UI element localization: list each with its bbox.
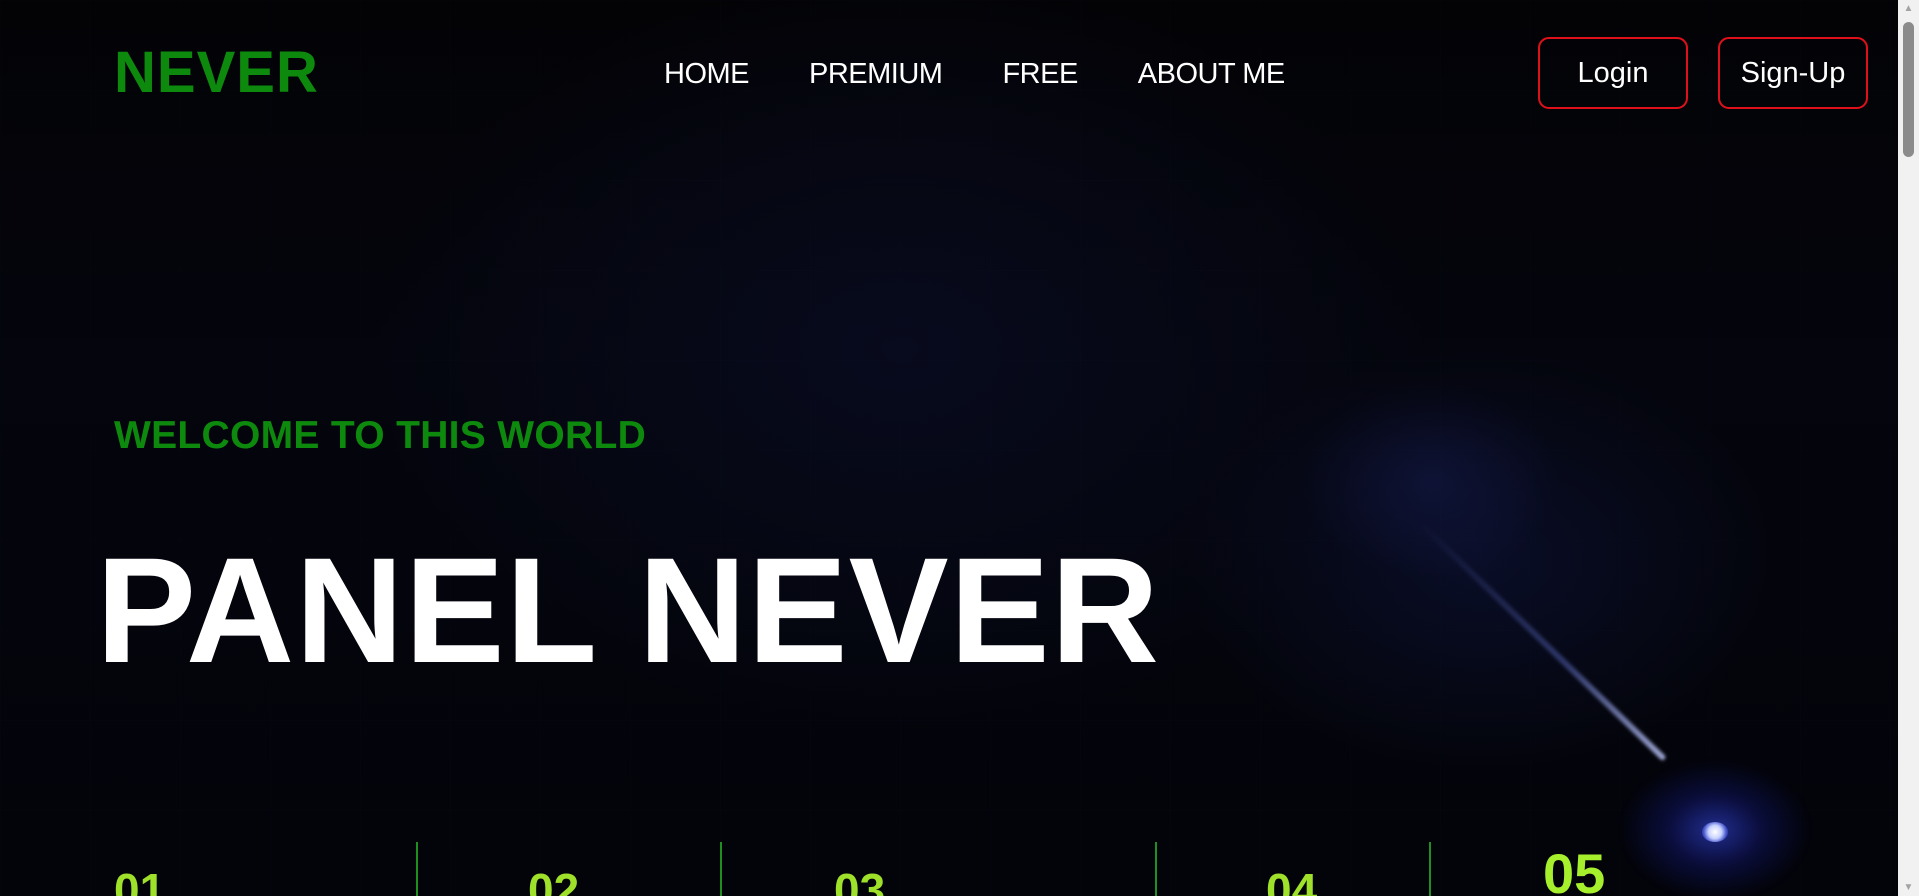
meteor-haze: [1300, 380, 1560, 580]
scroll-thumb[interactable]: [1903, 22, 1914, 157]
step-04[interactable]: 04: [1266, 862, 1317, 896]
nav-about-me-link[interactable]: ABOUT ME: [1138, 52, 1285, 96]
hero-section: NEVER HOME PREMIUM FREE ABOUT ME Login S…: [0, 0, 1898, 896]
nav-home-link[interactable]: HOME: [664, 52, 750, 96]
login-button[interactable]: Login: [1538, 37, 1688, 109]
signup-button[interactable]: Sign-Up: [1718, 37, 1868, 109]
nav-free-link[interactable]: FREE: [1002, 52, 1078, 96]
nav-premium-link[interactable]: PREMIUM: [809, 52, 943, 96]
main-nav: HOME PREMIUM FREE ABOUT ME: [664, 52, 1285, 96]
step-divider: [720, 842, 722, 896]
hero-title: PANEL NEVER: [96, 526, 1161, 694]
chevron-up-icon[interactable]: ▲: [1898, 0, 1919, 17]
site-logo[interactable]: NEVER: [114, 38, 319, 108]
meteor-icon: [1702, 822, 1728, 842]
step-divider: [416, 842, 418, 896]
step-indicator: 01 02 03 04 05: [0, 840, 1898, 896]
step-01[interactable]: 01: [114, 862, 165, 896]
step-divider: [1429, 842, 1431, 896]
step-divider: [1155, 842, 1157, 896]
chevron-down-icon[interactable]: ▼: [1898, 879, 1919, 896]
step-03[interactable]: 03: [834, 862, 885, 896]
step-05-active[interactable]: 05: [1543, 846, 1605, 896]
hero-subtitle: WELCOME TO THIS WORLD: [114, 414, 647, 457]
vertical-scrollbar[interactable]: ▲ ▼: [1898, 0, 1919, 896]
step-02[interactable]: 02: [528, 862, 579, 896]
